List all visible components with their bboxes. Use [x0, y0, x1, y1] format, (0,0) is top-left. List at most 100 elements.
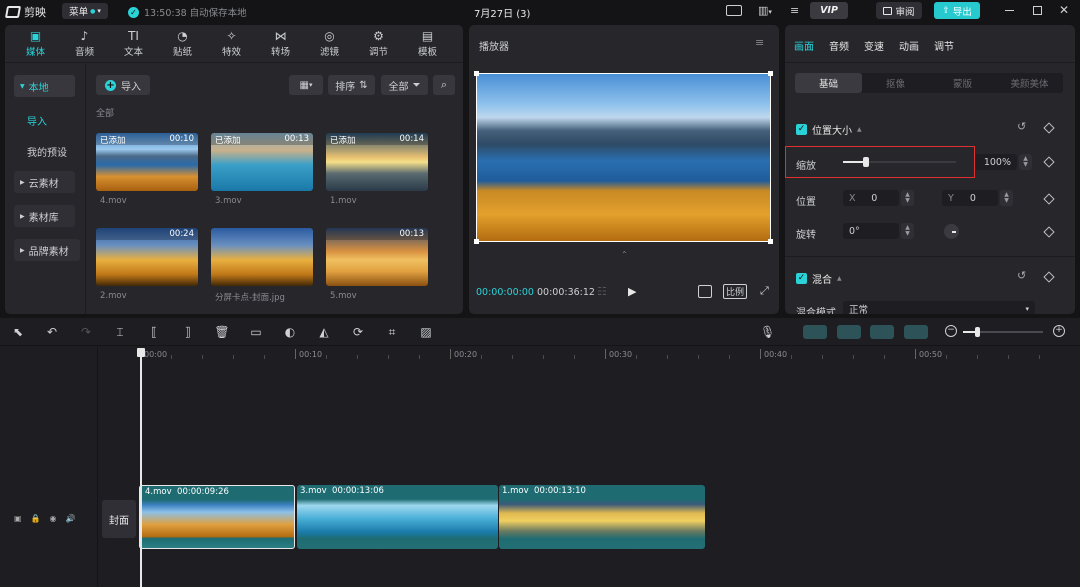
sidebar-item-presets[interactable]: 我的预设	[27, 144, 67, 159]
media-item[interactable]: 00:13	[326, 228, 428, 286]
menu-button[interactable]: 菜单 ● ▾	[62, 3, 108, 19]
scale-stepper[interactable]: ▲ ▼	[1019, 154, 1032, 170]
waveform-icon[interactable]: ☷	[597, 285, 607, 298]
redo-icon[interactable]: ↷	[76, 322, 96, 342]
import-button[interactable]: + 导入	[96, 75, 150, 95]
rotate-stepper[interactable]: ▲ ▼	[901, 223, 914, 239]
fullscreen-preview-icon[interactable]	[698, 285, 712, 298]
player-menu-icon[interactable]: ≡	[755, 36, 764, 49]
resize-handle[interactable]	[474, 71, 479, 76]
y-position-input[interactable]: Y0	[942, 190, 998, 206]
resize-handle[interactable]	[474, 239, 479, 244]
sidebar-item-brand[interactable]: ▶ 品牌素材	[14, 239, 80, 261]
tab-text[interactable]: TI 文本	[109, 28, 158, 60]
review-button[interactable]: 审阅	[876, 2, 922, 19]
tab-transition[interactable]: ⋈ 转场	[256, 28, 305, 60]
resize-handle[interactable]	[768, 71, 773, 76]
rotate-input[interactable]: 0°	[843, 223, 899, 239]
microphone-icon[interactable]: 🎙	[760, 325, 775, 339]
mirror-icon[interactable]: ◭	[314, 322, 334, 342]
eye-icon[interactable]: ◉	[50, 514, 57, 523]
inspector-tab[interactable]: 音频	[829, 38, 849, 53]
ratio-button[interactable]: 比例	[723, 284, 747, 299]
zoom-in-icon[interactable]: +	[1053, 325, 1065, 337]
media-item[interactable]: 00:24	[96, 228, 198, 286]
media-item[interactable]: 已添加 00:10	[96, 133, 198, 191]
timeline-clip[interactable]: 4.mov 00:00:09:26	[139, 485, 295, 549]
sidebar-item-cloud[interactable]: ▶ 云素材	[14, 171, 75, 193]
lock-icon[interactable]: 🔒	[31, 514, 41, 523]
x-position-input[interactable]: X0	[843, 190, 899, 206]
reset-icon[interactable]: ↺	[1017, 120, 1026, 133]
vip-button[interactable]: VIP	[810, 2, 848, 19]
sort-button[interactable]: 排序 ⇅	[328, 75, 375, 95]
preview-axis-toggle[interactable]	[870, 325, 894, 339]
select-arrow-icon[interactable]: ⬉	[8, 322, 28, 342]
y-stepper[interactable]: ▲ ▼	[1000, 190, 1013, 206]
filter-button[interactable]: 全部 ⏷	[381, 75, 428, 95]
inspector-subtab[interactable]: 美颜美体	[996, 73, 1063, 93]
inspector-subtab[interactable]: 抠像	[862, 73, 929, 93]
sidebar-item-local[interactable]: ▼ 本地	[14, 75, 75, 97]
snap-toggle[interactable]	[837, 325, 861, 339]
search-button[interactable]: ⌕	[433, 75, 455, 95]
freeze-icon[interactable]: ▭	[246, 322, 266, 342]
scale-slider[interactable]	[843, 157, 956, 167]
inspector-subtab[interactable]: 蒙版	[929, 73, 996, 93]
tab-filter[interactable]: ◎ 滤镜	[305, 28, 354, 60]
scale-slider-handle[interactable]	[862, 157, 869, 167]
link-toggle[interactable]	[803, 325, 827, 339]
blend-mode-select[interactable]: 正常 ▾	[843, 301, 1035, 314]
inspector-tab[interactable]: 变速	[864, 38, 884, 53]
tab-template[interactable]: ▤ 模板	[403, 28, 452, 60]
tab-adjust[interactable]: ⚙ 调节	[354, 28, 403, 60]
zoom-slider-handle[interactable]	[975, 327, 980, 337]
timeline-clip[interactable]: 1.mov 00:00:13:10	[499, 485, 705, 549]
shortcut-icon[interactable]	[726, 5, 742, 16]
maximize-icon[interactable]	[1033, 6, 1042, 15]
image-edit-icon[interactable]: ▨	[416, 322, 436, 342]
keyframe-icon[interactable]	[1043, 122, 1055, 134]
undo-icon[interactable]: ↶	[42, 322, 62, 342]
tab-sticker[interactable]: ◔ 贴纸	[158, 28, 207, 60]
scale-input[interactable]: 100%	[975, 154, 1017, 170]
blend-header[interactable]: ✓ 混合 ▲	[796, 271, 842, 286]
play-icon[interactable]: ▶	[628, 285, 636, 298]
split-left-icon[interactable]: ⟦	[144, 322, 164, 342]
media-item[interactable]	[211, 228, 313, 286]
reverse-icon[interactable]: ◐	[280, 322, 300, 342]
reset-icon[interactable]: ↺	[1017, 269, 1026, 282]
inspector-tab[interactable]: 调节	[934, 38, 954, 53]
inspector-tab[interactable]: 画面	[794, 38, 814, 53]
rotate-icon[interactable]: ⟳	[348, 322, 368, 342]
minimize-icon[interactable]	[1005, 10, 1014, 12]
keyframe-icon[interactable]	[1043, 271, 1055, 283]
view-mode-button[interactable]: ▦ ▾	[289, 75, 323, 95]
layout-icon[interactable]: ▥▾	[758, 4, 772, 17]
more-menu-icon[interactable]: ≡	[790, 4, 799, 17]
blend-checkbox[interactable]: ✓	[796, 273, 807, 284]
position-size-checkbox[interactable]: ✓	[796, 124, 807, 135]
split-right-icon[interactable]: ⟧	[178, 322, 198, 342]
expand-handle-icon[interactable]: ⌃	[621, 250, 628, 259]
media-item[interactable]: 已添加 00:13	[211, 133, 313, 191]
zoom-slider[interactable]	[963, 327, 1043, 337]
tab-effects[interactable]: ✧ 特效	[207, 28, 256, 60]
preview-frame[interactable]	[474, 71, 773, 244]
close-icon[interactable]: ✕	[1059, 3, 1069, 17]
cover-button[interactable]: 封面	[102, 500, 136, 538]
timeline-ruler[interactable]: 00:00 00:10 00:20 00:30 00:40 00:50	[140, 347, 1080, 363]
timeline-clip[interactable]: 3.mov 00:00:13:06	[297, 485, 498, 549]
track-video-icon[interactable]: ▣	[14, 514, 22, 523]
playhead[interactable]	[137, 348, 145, 587]
resize-handle[interactable]	[768, 239, 773, 244]
zoom-out-icon[interactable]: −	[945, 325, 957, 337]
rotate-dial[interactable]	[944, 224, 959, 239]
delete-icon[interactable]: 🗑	[212, 322, 232, 342]
crop-icon[interactable]: ⌗	[382, 322, 402, 342]
keyframe-icon[interactable]	[1043, 226, 1055, 238]
tab-media[interactable]: ▣ 媒体	[11, 28, 60, 60]
keyframe-icon[interactable]	[1043, 193, 1055, 205]
split-icon[interactable]: ⌶	[110, 322, 130, 342]
inspector-tab[interactable]: 动画	[899, 38, 919, 53]
